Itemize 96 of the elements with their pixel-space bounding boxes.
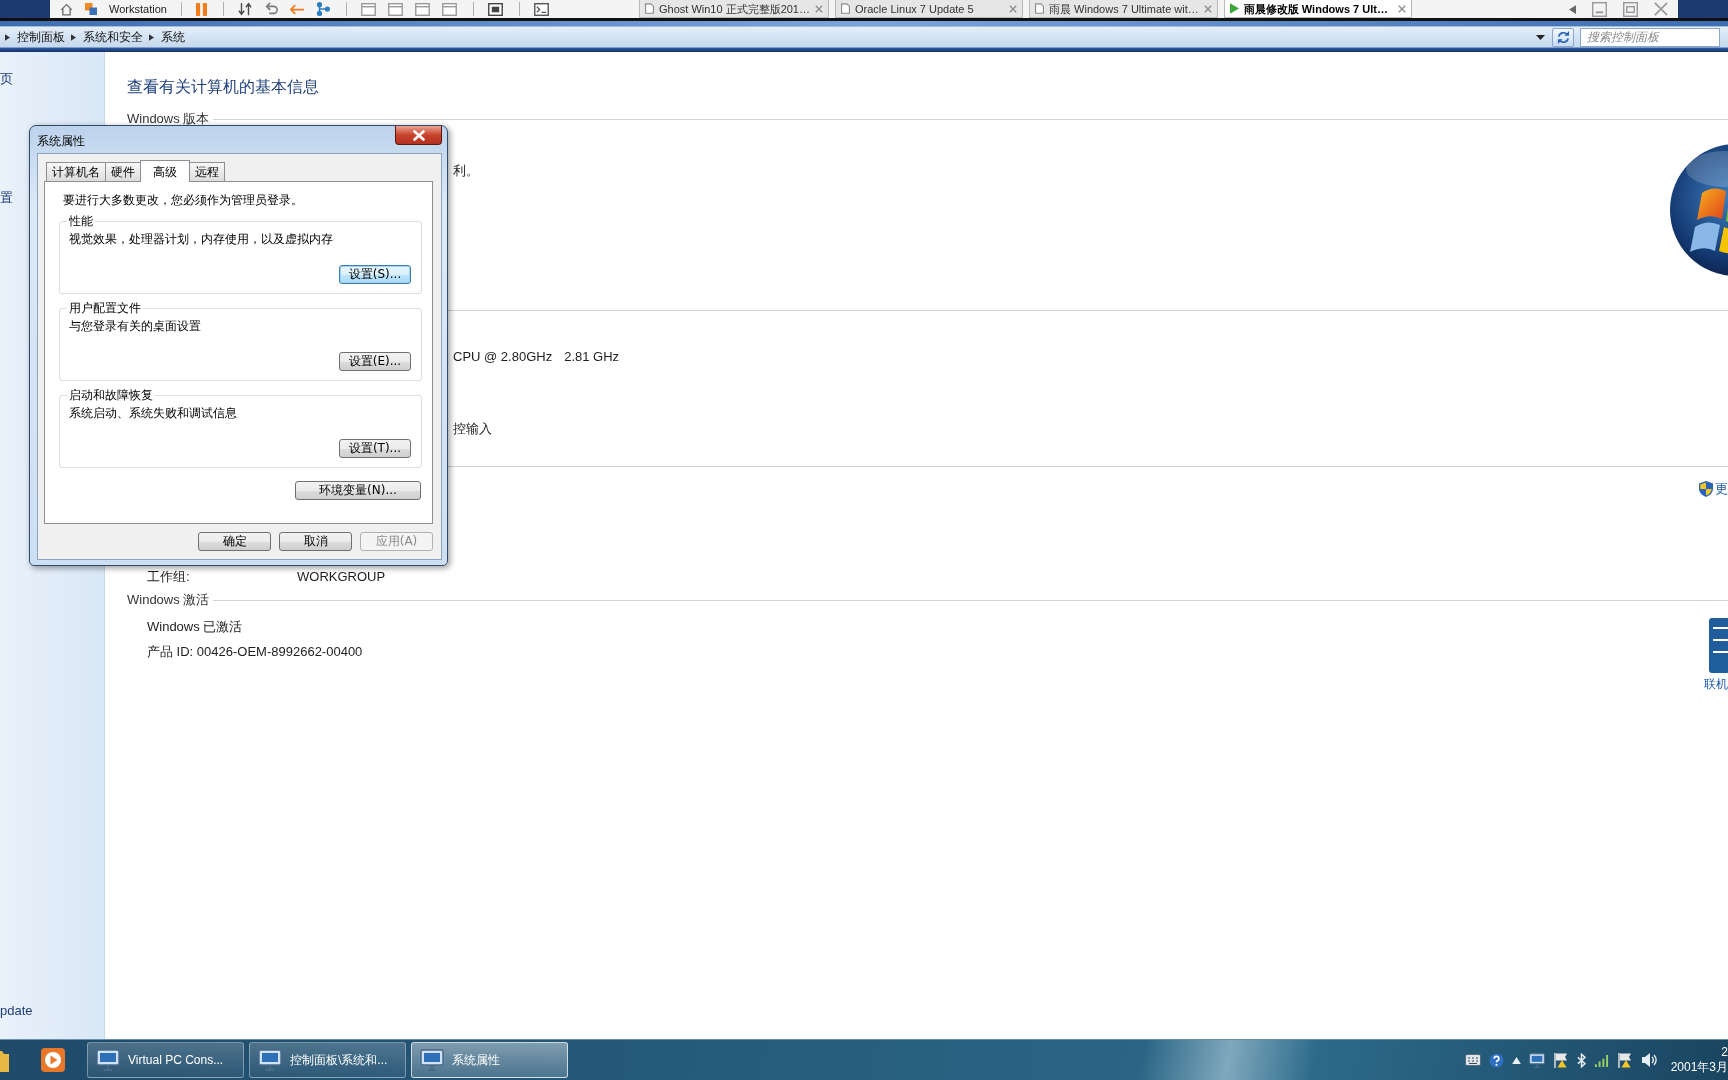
section-heading: Windows 版本 xyxy=(127,112,210,126)
page-title: 查看有关计算机的基本信息 xyxy=(127,77,319,97)
search-field[interactable]: 搜索控制面板 xyxy=(1580,27,1720,47)
info-text: 利。 xyxy=(453,163,479,179)
close-button[interactable] xyxy=(395,126,442,145)
home-icon[interactable] xyxy=(60,2,73,16)
group-description: 视觉效果，处理器计划，内存使用，以及虚拟内存 xyxy=(69,232,334,246)
link[interactable]: 更 xyxy=(1715,481,1728,497)
link[interactable]: 联机 xyxy=(1704,677,1728,691)
console-icon[interactable] xyxy=(533,2,549,16)
dialog-button[interactable]: 取消 xyxy=(279,532,352,551)
caret-up-icon[interactable] xyxy=(1511,1056,1521,1064)
section-heading: Windows 激活 xyxy=(127,593,210,607)
close-icon[interactable] xyxy=(1009,4,1017,13)
settings-button[interactable]: 设置(S)... xyxy=(339,265,411,284)
keyboard-icon[interactable] xyxy=(1464,1054,1481,1066)
folder-icon[interactable] xyxy=(0,1048,9,1072)
tab[interactable]: Ghost Win10 正式完整版201… xyxy=(639,0,829,18)
bluetooth-icon[interactable] xyxy=(1576,1052,1586,1068)
caret-right-icon[interactable] xyxy=(149,33,154,41)
taskbar-button[interactable]: Virtual PC Cons... xyxy=(87,1042,244,1078)
close-icon xyxy=(412,129,425,141)
tab[interactable]: 雨晨修改版 Windows 7 Ult… xyxy=(1223,0,1412,18)
field-label: 工作组: xyxy=(147,569,191,585)
close-icon[interactable] xyxy=(1654,2,1668,16)
swap-icon[interactable] xyxy=(237,2,252,16)
refresh-icon xyxy=(1556,30,1570,44)
refresh-button[interactable] xyxy=(1552,27,1574,47)
close-icon[interactable] xyxy=(1203,4,1212,13)
shield-icon xyxy=(1699,481,1713,497)
window-icon[interactable] xyxy=(441,2,457,16)
tab[interactable]: 高级 xyxy=(140,160,190,182)
sidebar-link[interactable]: 置 xyxy=(0,190,13,206)
tab[interactable]: Oracle Linux 7 Update 5 xyxy=(835,0,1023,18)
notice-text: 要进行大多数更改，您必须作为管理员登录。 xyxy=(63,193,304,207)
taskbar-button[interactable]: 系统属性 xyxy=(411,1042,568,1078)
caret-right-icon[interactable] xyxy=(71,33,76,41)
group-title: 性能 xyxy=(68,214,94,228)
fullscreen-icon[interactable] xyxy=(487,2,503,16)
processor-text: CPU @ 2.80GHz xyxy=(453,349,553,365)
status-text: Windows 已激活 xyxy=(147,619,243,635)
monitor-icon[interactable] xyxy=(1528,1052,1545,1068)
arrow-left-icon[interactable] xyxy=(289,3,304,15)
caret-left-icon[interactable] xyxy=(1569,4,1576,14)
flag-icon[interactable] xyxy=(1552,1052,1569,1068)
dialog-button[interactable]: 确定 xyxy=(198,532,271,551)
play-icon[interactable] xyxy=(41,1048,65,1072)
close-icon[interactable] xyxy=(815,4,823,13)
settings-button[interactable]: 设置(T)... xyxy=(339,439,411,458)
window-icon[interactable] xyxy=(414,2,430,16)
monitor-icon xyxy=(96,1049,120,1071)
settings-button[interactable]: 设置(E)... xyxy=(339,352,411,371)
close-icon[interactable] xyxy=(1397,4,1406,13)
restore-icon[interactable] xyxy=(1623,1,1638,17)
group-title: 启动和故障恢复 xyxy=(68,388,154,402)
taskbar-button[interactable]: 控制面板\系统和... xyxy=(249,1042,406,1078)
monitor-icon xyxy=(420,1049,444,1071)
app-title: Workstation xyxy=(109,2,167,16)
product-id-text: 产品 ID: 00426-OEM-8992662-00400 xyxy=(147,644,363,660)
tree-icon[interactable] xyxy=(315,2,330,16)
group-description: 与您登录有关的桌面设置 xyxy=(69,319,202,333)
monitor-icon xyxy=(258,1049,282,1071)
tile-icon xyxy=(1709,618,1728,673)
sidebar-link[interactable]: pdate xyxy=(0,1003,33,1019)
info-text: 控输入 xyxy=(453,421,492,437)
dialog-title: 系统属性 xyxy=(37,134,85,148)
breadcrumb-item[interactable]: 系统和安全 xyxy=(83,29,143,45)
flag-icon[interactable] xyxy=(1616,1052,1633,1068)
squares-icon[interactable] xyxy=(85,3,97,15)
speed-text: 2.81 GHz xyxy=(564,349,620,365)
caret-right-icon[interactable] xyxy=(5,33,10,41)
sidebar-link[interactable]: 页 xyxy=(0,71,13,87)
group-title: 用户配置文件 xyxy=(68,301,142,315)
play-icon xyxy=(1229,3,1239,14)
tab[interactable]: 计算机名 xyxy=(46,162,106,181)
help-icon[interactable] xyxy=(1488,1052,1504,1068)
signal-icon[interactable] xyxy=(1593,1052,1609,1068)
clock-time[interactable]: 2 xyxy=(1721,1045,1728,1060)
page-icon xyxy=(841,3,850,14)
environment-button[interactable]: 环境变量(N)... xyxy=(295,481,421,500)
group-description: 系统启动、系统失败和调试信息 xyxy=(69,406,238,420)
undo-icon[interactable] xyxy=(263,2,278,16)
page-icon xyxy=(645,3,654,14)
breadcrumb-item[interactable]: 系统 xyxy=(161,29,185,45)
field-value: WORKGROUP xyxy=(297,569,386,585)
tab[interactable]: 硬件 xyxy=(105,162,141,181)
page-icon xyxy=(1035,3,1044,14)
caret-down-icon[interactable] xyxy=(1536,34,1545,40)
window-icon[interactable] xyxy=(360,2,376,16)
minimize-icon[interactable] xyxy=(1592,1,1607,17)
speaker-icon[interactable] xyxy=(1640,1052,1657,1068)
tab[interactable]: 远程 xyxy=(189,162,225,181)
clock-date[interactable]: 2001年3月 xyxy=(1670,1060,1728,1075)
window-icon[interactable] xyxy=(387,2,403,16)
tab[interactable]: 雨晨 Windows 7 Ultimate wit… xyxy=(1029,0,1218,18)
breadcrumb-item[interactable]: 控制面板 xyxy=(17,29,65,45)
